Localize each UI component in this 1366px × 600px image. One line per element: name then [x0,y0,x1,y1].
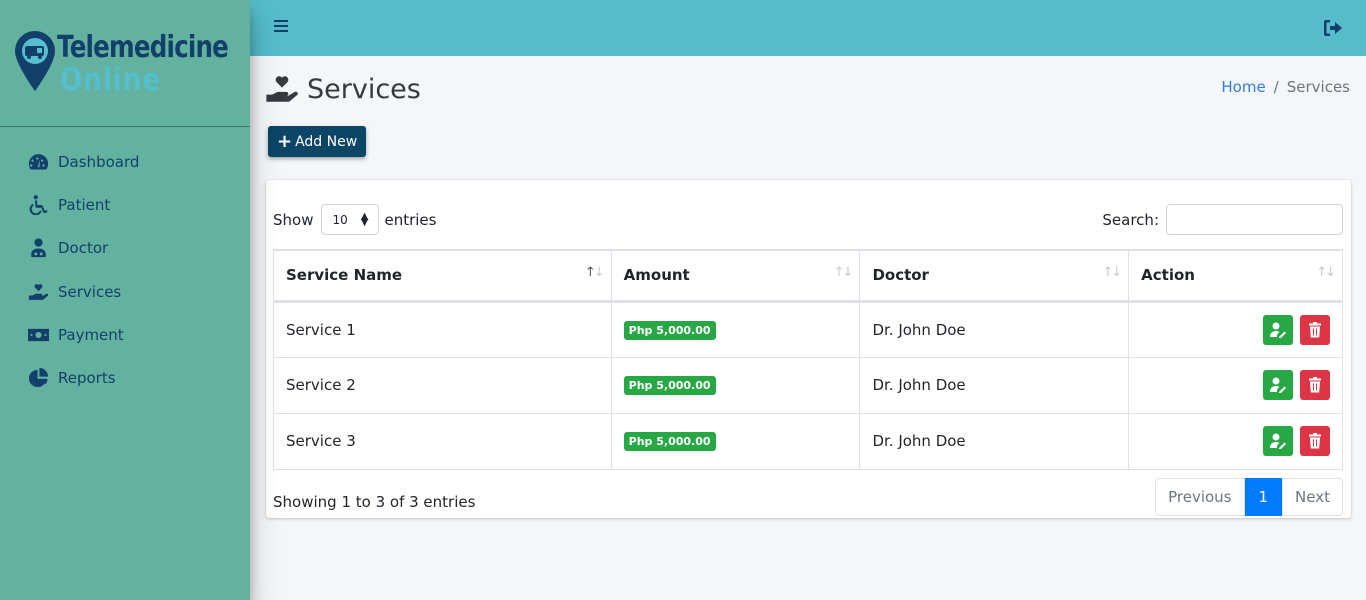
tachometer-icon [27,152,49,172]
page-length-control: Show 10 ▲ ▼ entries [273,204,436,235]
wheelchair-icon [27,195,49,215]
services-card: Show 10 ▲ ▼ entries Search: Service Name ↑… [266,180,1351,518]
delete-button[interactable] [1300,426,1330,456]
trash-icon [1309,377,1321,393]
edit-button[interactable] [1263,370,1294,400]
amount-badge: Php 5,000.00 [623,432,716,451]
doctor-icon [27,238,49,258]
hand-holding-heart-icon [27,282,49,302]
services-table: Service Name ↑↓ Amount ↑↓ Doctor ↑↓ Action ↑… [273,249,1343,470]
show-label: Show [273,210,314,229]
user-edit-icon [1270,322,1287,338]
next-page-button[interactable]: Next [1282,478,1343,516]
sidebar-item-payment[interactable]: Payment [0,313,250,356]
sidebar: Telemedicine Online Dashboard Patient Do… [0,0,250,600]
delete-button[interactable] [1300,370,1330,400]
search-control: Search: [1102,204,1343,235]
sort-icon: ↑↓ [584,265,605,280]
page-length-value: 10 [332,212,348,227]
page-header: Services [265,72,421,106]
page-1-button[interactable]: 1 [1244,478,1283,516]
service-name-cell: Service 1 [273,300,612,358]
sidebar-item-services[interactable]: Services [0,270,250,313]
service-name-cell: Service 2 [273,356,612,414]
table-row: Service 2 Php 5,000.00 Dr. John Doe [273,356,1343,414]
amount-cell: Php 5,000.00 [610,356,861,414]
column-header-action[interactable]: Action ↑↓ [1128,249,1343,303]
table-info: Showing 1 to 3 of 3 entries [273,493,476,511]
map-pin-ambulance-icon [15,31,55,91]
sort-caret-icon: ▲ ▼ [360,210,369,228]
sidebar-item-label: Reports [58,369,116,388]
amount-badge: Php 5,000.00 [623,320,716,340]
amount-cell: Php 5,000.00 [610,412,861,470]
add-new-button[interactable]: + Add New [268,126,367,157]
sidebar-nav: Dashboard Patient Doctor Services Paymen… [0,127,250,400]
trash-icon [1309,433,1321,449]
sidebar-item-label: Services [58,282,122,301]
table-row: Service 1 Php 5,000.00 Dr. John Doe [273,300,1343,358]
table-header-row: Service Name ↑↓ Amount ↑↓ Doctor ↑↓ Action ↑… [273,249,1343,303]
brand-title: Telemedicine [57,30,229,65]
amount-badge: Php 5,000.00 [623,376,716,395]
sidebar-item-patient[interactable]: Patient [0,183,250,226]
page-length-select[interactable]: 10 ▲ ▼ [321,204,380,235]
doctor-cell: Dr. John Doe [859,300,1130,358]
hand-holding-heart-icon [266,76,298,102]
search-input[interactable] [1166,204,1343,235]
user-edit-icon [1270,433,1287,449]
column-header-amount[interactable]: Amount ↑↓ [610,249,861,303]
action-cell [1128,356,1343,414]
edit-button[interactable] [1263,314,1294,345]
table-row: Service 3 Php 5,000.00 Dr. John Doe [273,412,1343,470]
column-header-service-name[interactable]: Service Name ↑↓ [273,249,612,303]
sidebar-item-label: Doctor [58,239,109,258]
action-cell [1128,300,1343,358]
sort-icon: ↑↓ [1102,265,1122,280]
action-cell [1128,412,1343,470]
brand-logo[interactable]: Telemedicine Online [0,0,250,127]
search-label: Search: [1102,210,1159,229]
sidebar-item-label: Payment [58,325,124,344]
amount-cell: Php 5,000.00 [610,300,861,358]
sidebar-item-doctor[interactable]: Doctor [0,227,250,270]
breadcrumb-current: Services [1286,78,1350,96]
previous-page-button[interactable]: Previous [1155,478,1245,516]
sidebar-item-dashboard[interactable]: Dashboard [0,140,250,183]
sort-icon: ↑↓ [833,265,854,280]
breadcrumb-home-link[interactable]: Home [1221,78,1265,96]
edit-button[interactable] [1263,426,1294,456]
column-header-doctor[interactable]: Doctor ↑↓ [859,249,1130,303]
hamburger-icon[interactable] [274,20,288,34]
sign-out-icon[interactable] [1324,20,1342,36]
top-navbar [250,0,1366,56]
user-edit-icon [1270,377,1287,393]
breadcrumb-separator: / [1273,78,1279,96]
plus-icon: + [277,130,293,152]
sidebar-item-label: Patient [58,195,111,214]
trash-icon [1309,321,1321,337]
sort-icon: ↑↓ [1316,265,1336,280]
add-new-label: Add New [295,133,358,150]
breadcrumb: Home / Services [1221,78,1350,96]
money-bill-icon [27,325,49,345]
doctor-cell: Dr. John Doe [859,412,1130,470]
delete-button[interactable] [1300,314,1330,345]
brand-subtitle: Online [60,62,161,98]
sidebar-item-reports[interactable]: Reports [0,356,250,399]
doctor-cell: Dr. John Doe [859,356,1130,414]
entries-label: entries [384,210,437,229]
sidebar-item-label: Dashboard [58,152,140,171]
service-name-cell: Service 3 [273,412,612,470]
page-title: Services [307,73,421,105]
pagination: Previous 1 Next [1155,478,1343,516]
chart-pie-icon [27,368,49,388]
